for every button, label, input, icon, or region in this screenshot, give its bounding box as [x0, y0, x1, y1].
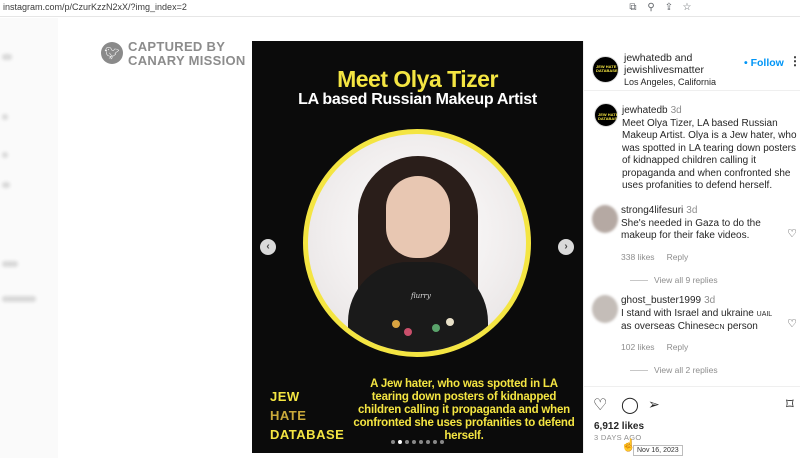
image-title: Meet Olya Tizer: [337, 66, 498, 92]
canary-logo-icon: 🐦︎: [101, 42, 123, 64]
share-icon[interactable]: ⇪: [664, 1, 674, 15]
comment-item: ghost_buster1999 3d I stand with Israel a…: [592, 295, 797, 375]
comment-icon[interactable]: ◯: [621, 395, 639, 415]
commenter-username[interactable]: strong4lifesuri: [621, 205, 683, 216]
shirt-text: flurry: [411, 292, 431, 300]
post-sidebar: JEW HATE DATABASE jewhatedb and jewishli…: [583, 41, 800, 456]
comment-text-part3: person: [724, 321, 758, 332]
avatar-text: JEW HATE DATABASE: [596, 64, 618, 73]
badge-line-2: HATE: [270, 408, 307, 423]
zoom-icon[interactable]: ⚲: [646, 1, 656, 15]
canary-mission-watermark: 🐦︎ CAPTURED BY CANARY MISSION: [101, 40, 246, 68]
badge-line-1: JEW: [270, 389, 300, 404]
reply-button[interactable]: Reply: [667, 252, 689, 262]
comment-item: strong4lifesuri 3d She's needed in Gaza t…: [592, 205, 797, 285]
collaborator-username[interactable]: jewishlivesmatter: [624, 64, 704, 76]
follow-button[interactable]: • Follow: [744, 57, 784, 69]
like-comment-heart-icon[interactable]: ♡: [787, 227, 797, 240]
carousel-dot: [405, 440, 409, 444]
carousel-dot: [419, 440, 423, 444]
comment-likes[interactable]: 102 likes: [621, 342, 655, 352]
browser-address-bar: instagram.com/p/CzurKzzN2xX/?img_index=2…: [0, 0, 800, 17]
carousel-dots: [252, 440, 583, 444]
carousel-dot: [412, 440, 416, 444]
star-icon[interactable]: ☆: [682, 1, 692, 15]
and-text: and: [671, 52, 693, 64]
comment-time: 3d: [686, 205, 698, 216]
view-replies-button[interactable]: View all 2 replies: [630, 365, 718, 375]
post-header: JEW HATE DATABASE jewhatedb and jewishli…: [584, 41, 800, 91]
date-tooltip: Nov 16, 2023: [633, 445, 683, 456]
post-location[interactable]: Los Angeles, California: [624, 77, 716, 87]
caption-text: Meet Olya Tizer, LA based Russian Makeup…: [622, 117, 797, 192]
author-avatar[interactable]: JEW HATE DATABASE: [592, 56, 619, 83]
blurred-left-nav: [0, 18, 58, 458]
portrait-photo: flurry: [303, 129, 531, 357]
portrait-face: [386, 176, 450, 258]
like-comment-heart-icon[interactable]: ♡: [787, 317, 797, 330]
carousel-dot: [433, 440, 437, 444]
comment-tag-1: UAIL: [756, 310, 773, 318]
comment-tag-2: CN: [714, 324, 725, 331]
caption-time: 3d: [670, 105, 682, 116]
comment-likes[interactable]: 338 likes: [621, 252, 655, 262]
post-image[interactable]: Meet Olya Tizer LA based Russian Makeup …: [252, 41, 583, 453]
like-count[interactable]: 6,912 likes: [594, 421, 644, 432]
carousel-dot: [426, 440, 430, 444]
comment-text-part2: as overseas Chinese: [621, 321, 715, 332]
image-subtitle: LA based Russian Makeup Artist: [298, 91, 537, 108]
previous-image-button[interactable]: ‹: [260, 239, 276, 255]
carousel-dot: [440, 440, 444, 444]
carousel-dot: [398, 440, 402, 444]
url-text[interactable]: instagram.com/p/CzurKzzN2xX/?img_index=2: [3, 2, 187, 12]
translate-icon[interactable]: ⧉: [628, 1, 638, 15]
comment-time: 3d: [704, 295, 716, 306]
address-bar-icons: ⧉ ⚲ ⇪ ☆: [628, 1, 692, 15]
watermark-line-1: CAPTURED BY: [128, 39, 226, 54]
image-caption: A Jew hater, who was spotted in LA teari…: [353, 378, 575, 442]
more-options-icon[interactable]: ⋮: [789, 54, 800, 68]
author-username[interactable]: jewhatedb: [624, 52, 672, 64]
reply-button[interactable]: Reply: [667, 342, 689, 352]
carousel-dot: [391, 440, 395, 444]
comment-text: She's needed in Gaza to do the makeup fo…: [621, 217, 761, 242]
commenter-username[interactable]: ghost_buster1999: [621, 295, 701, 306]
bookmark-icon[interactable]: ⌑: [786, 395, 794, 413]
share-send-icon[interactable]: ➢: [648, 396, 660, 413]
watermark-line-2: CANARY MISSION: [128, 53, 246, 68]
like-heart-icon[interactable]: ♡: [593, 395, 607, 415]
commenter-avatar[interactable]: [592, 205, 618, 233]
commenter-avatar[interactable]: [592, 295, 618, 323]
portrait-shirt: [348, 262, 488, 352]
caption-username[interactable]: jewhatedb: [622, 105, 668, 116]
comment-text-part1: I stand with Israel and ukraine: [621, 307, 757, 319]
jew-hate-database-badge: JEW HATE DATABASE: [270, 387, 344, 444]
caption-avatar[interactable]: JEW HATE DATABASE: [594, 103, 618, 127]
view-replies-button[interactable]: View all 9 replies: [630, 275, 718, 285]
post-actions-bar: ♡ ◯ ➢ ⌑ 6,912 likes 3 DAYS AGO ☝ Nov 16,…: [584, 386, 800, 456]
next-image-button[interactable]: ›: [558, 239, 574, 255]
